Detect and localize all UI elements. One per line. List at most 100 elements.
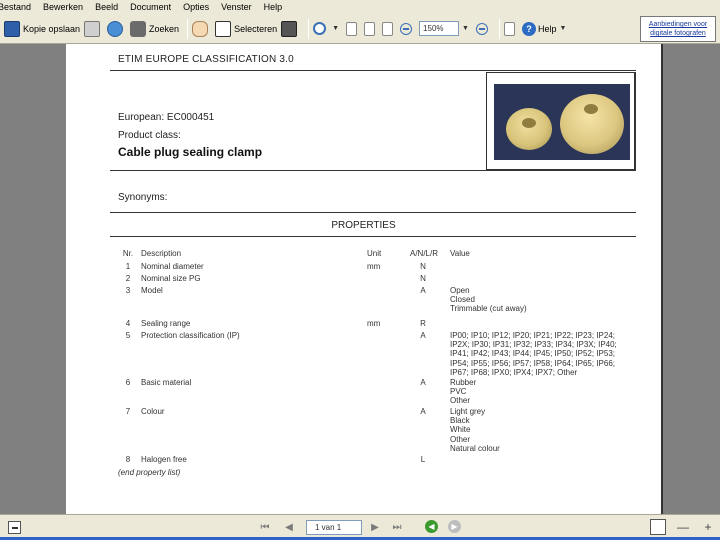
zoom-out-button[interactable] [400, 18, 415, 40]
zoom-level-value[interactable]: 150% [419, 21, 460, 36]
chevron-down-icon[interactable]: ▼ [560, 25, 567, 32]
zoom-tool-button[interactable]: ▼ [313, 18, 342, 40]
row-value-line: Trimmable (cut away) [450, 304, 527, 314]
save-icon [4, 20, 20, 37]
collapse-panel-icon[interactable] [8, 521, 21, 534]
row-nr: 1 [125, 262, 131, 271]
divider [110, 212, 636, 213]
row-nr: 4 [125, 319, 131, 328]
find-label: Zoeken [149, 23, 180, 34]
row-anlr: R [420, 319, 426, 328]
page-indicator[interactable]: 1 van 1 [306, 520, 362, 535]
zoom-icon [313, 22, 327, 35]
single-page-icon[interactable] [650, 519, 666, 535]
row-anlr: A [420, 407, 426, 416]
row-value-line: Other [450, 434, 471, 444]
toolbar-separator [187, 18, 189, 39]
row-value-line: IP2X; IP30; IP31; IP32; IP33; IP34; IP3X… [450, 340, 617, 350]
zoom-in-button[interactable] [475, 18, 491, 40]
row-description: Sealing range [141, 319, 191, 328]
snapshot-icon [281, 20, 298, 37]
snapshot-button[interactable] [281, 18, 300, 40]
zoom-minus-icon[interactable]: — [675, 519, 691, 535]
row-value-line: Black [450, 416, 470, 426]
menu-bestand[interactable]: Bestand [0, 2, 37, 12]
row-description: Basic material [141, 378, 192, 387]
row-nr: 2 [125, 274, 131, 283]
last-page-button[interactable]: ⏭ [390, 520, 404, 534]
large-clamp-shape [560, 94, 624, 154]
select-tool-button[interactable]: Selecteren [215, 18, 277, 40]
save-copy-label: Kopie opslaan [23, 23, 81, 34]
fit-page-icon [364, 21, 376, 36]
fit-page-button[interactable] [364, 18, 378, 40]
page-icon [346, 21, 358, 36]
hand-icon [192, 20, 209, 37]
col-unit: Unit [367, 249, 382, 258]
row-values: IP00; IP10; IP12; IP20; IP21; IP22; IP23… [450, 331, 650, 377]
row-nr: 3 [125, 286, 131, 295]
col-description: Description [141, 249, 182, 258]
row-anlr: N [420, 262, 426, 271]
document-viewport[interactable]: ETIM EUROPE CLASSIFICATION 3.0 European:… [0, 44, 720, 514]
forward-button[interactable]: ▶ [448, 520, 461, 533]
email-button[interactable] [107, 18, 126, 40]
toolbar: Kopie opslaan Zoeken Selecteren ▼ 150% ▼… [0, 14, 720, 44]
menu-venster[interactable]: Venster [215, 2, 258, 12]
small-clamp-shape [506, 108, 552, 150]
row-value-line: Open [450, 286, 470, 295]
product-class: Cable plug sealing clamp [118, 145, 263, 159]
row-value-line: Rubber [450, 378, 477, 387]
document-header: ETIM EUROPE CLASSIFICATION 3.0 [118, 54, 294, 65]
row-nr: 8 [125, 455, 131, 464]
col-value: Value [450, 249, 470, 258]
fit-width-button[interactable] [382, 18, 396, 40]
save-copy-button[interactable]: Kopie opslaan [4, 18, 80, 40]
row-value-line: Other [450, 396, 471, 406]
back-button[interactable]: ◀ [425, 520, 438, 533]
divider [110, 236, 636, 237]
zoom-in-icon [475, 22, 488, 35]
end-property-list: (end property list) [118, 468, 181, 477]
menu-beeld[interactable]: Beeld [89, 2, 124, 12]
col-anlr: A/N/L/R [410, 249, 439, 258]
next-page-button[interactable]: ▶ [368, 520, 382, 534]
menu-opties[interactable]: Opties [177, 2, 215, 12]
properties-title: PROPERTIES [331, 220, 396, 231]
zoom-plus-icon[interactable]: + [700, 519, 716, 535]
chevron-down-icon[interactable]: ▼ [462, 25, 469, 32]
row-nr: 6 [125, 378, 131, 387]
promo-line-2: digitale fotografen [650, 30, 706, 37]
help-button[interactable]: ? Help ▼ [521, 18, 569, 40]
product-photo [494, 84, 630, 160]
row-values: Open Closed Trimmable (cut away) [450, 286, 650, 314]
chevron-down-icon[interactable]: ▼ [332, 25, 339, 32]
hand-tool-button[interactable] [192, 18, 211, 40]
row-anlr: A [420, 331, 426, 340]
menu-document[interactable]: Document [124, 2, 177, 12]
promo-line-1: Aanbiedingen voor [648, 21, 708, 28]
help-icon: ? [521, 21, 536, 36]
row-unit: mm [367, 262, 381, 271]
email-icon [107, 20, 124, 37]
print-icon [84, 20, 101, 37]
rotate-button[interactable] [503, 18, 518, 40]
row-value-line: Natural colour [450, 443, 500, 453]
prev-page-button[interactable]: ◀ [282, 520, 296, 534]
menu-help[interactable]: Help [258, 2, 289, 12]
zoom-out-icon [400, 22, 413, 35]
pdf-page: ETIM EUROPE CLASSIFICATION 3.0 European:… [66, 44, 661, 514]
promo-link[interactable]: Aanbiedingen voor digitale fotografen [640, 16, 716, 42]
zoom-level-select[interactable]: 150% ▼ [419, 18, 472, 40]
find-button[interactable]: Zoeken [130, 18, 179, 40]
first-page-button[interactable]: ⏮ [258, 520, 272, 534]
row-value-line: IP54; IP55; IP56; IP57; IP58; IP64; IP65… [450, 358, 615, 368]
actual-size-button[interactable] [346, 18, 360, 40]
row-value-line: Closed [450, 295, 475, 305]
row-unit: mm [367, 319, 381, 328]
menu-bewerken[interactable]: Bewerken [37, 2, 89, 12]
european-code: European: EC000451 [118, 112, 215, 123]
print-button[interactable] [84, 18, 103, 40]
divider [110, 170, 636, 171]
row-description: Colour [141, 407, 165, 416]
